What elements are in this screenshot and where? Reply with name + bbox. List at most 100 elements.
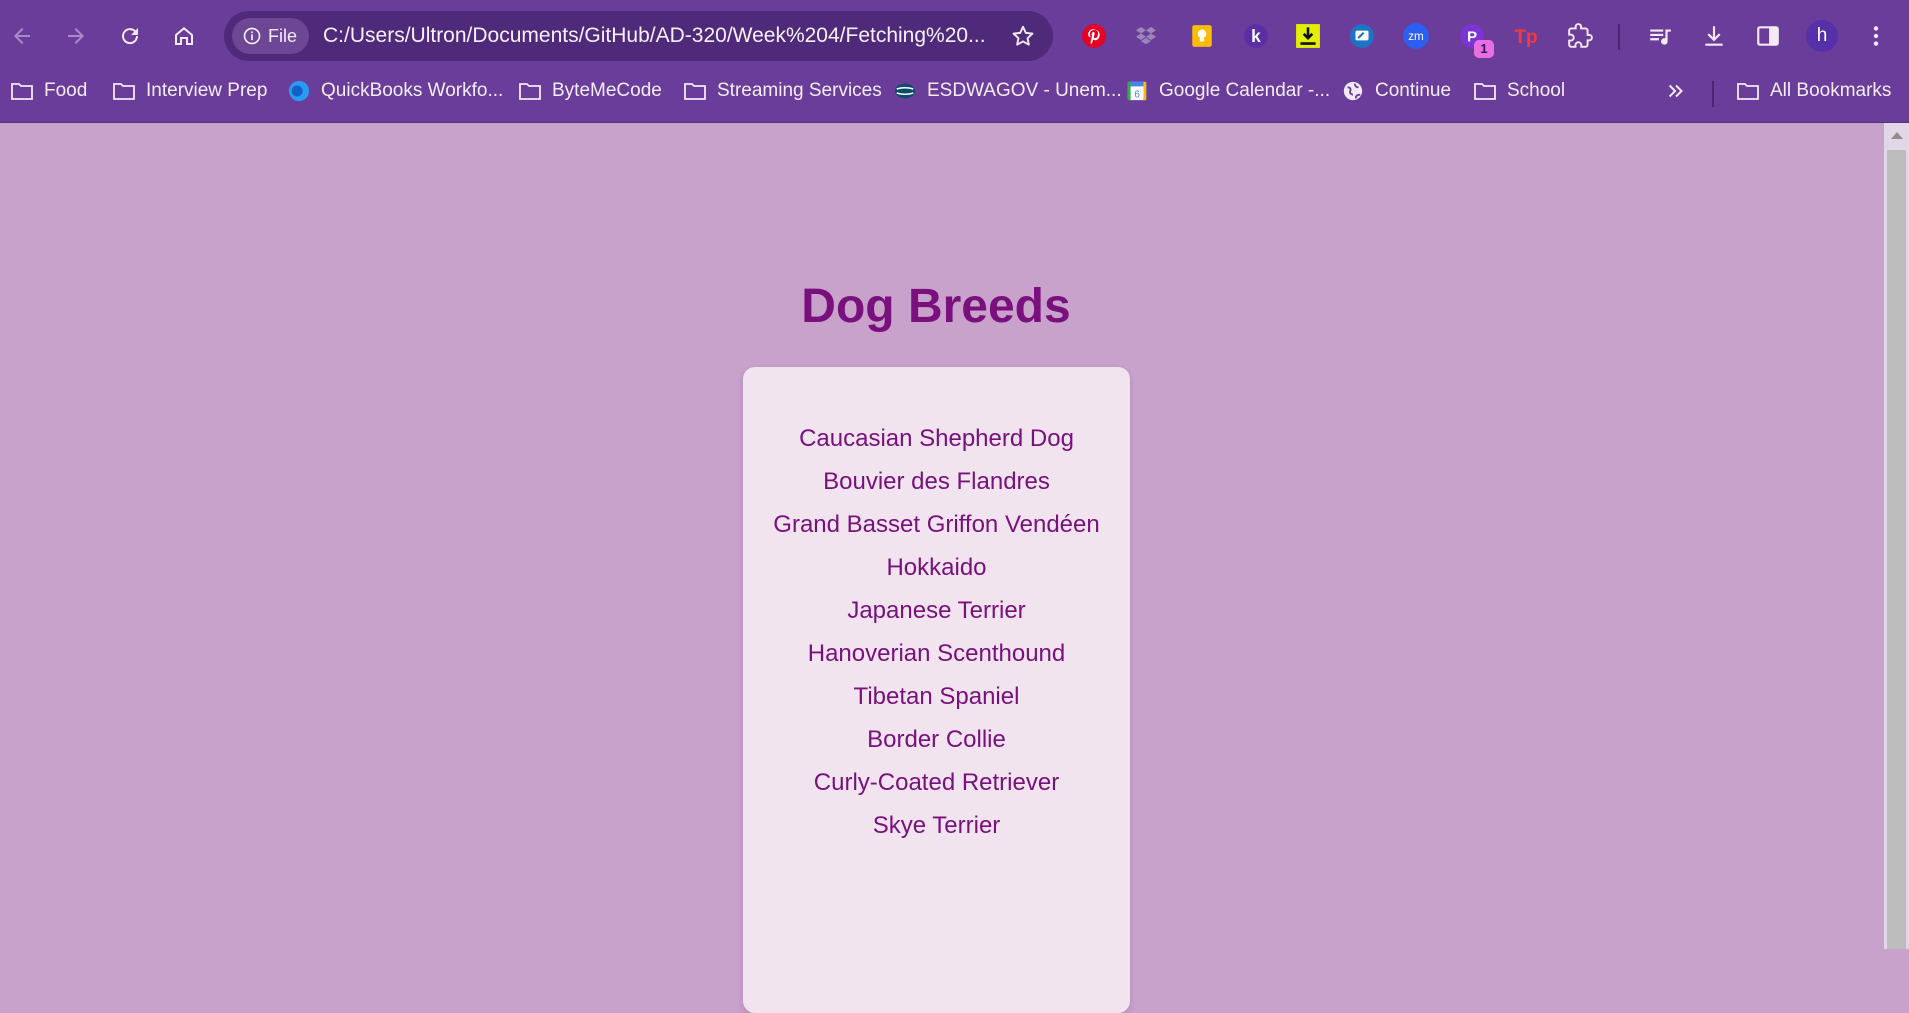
- page-content: Dog Breeds Caucasian Shepherd Dog Bouvie…: [0, 123, 1884, 1013]
- address-bar[interactable]: File C:/Users/Ultron/Documents/GitHub/AD…: [224, 11, 1053, 61]
- folder-icon: [684, 83, 706, 100]
- extensions-menu-button[interactable]: [1564, 20, 1596, 52]
- all-bookmarks-label: All Bookmarks: [1770, 80, 1892, 101]
- page-scrollbar[interactable]: [1884, 123, 1909, 949]
- reload-icon: [122, 28, 139, 45]
- forward-button[interactable]: [56, 16, 96, 56]
- toolbar-divider: [1618, 24, 1620, 50]
- list-item: Skye Terrier: [872, 812, 1001, 839]
- bookmark-label: Google Calendar -...: [1159, 80, 1331, 101]
- folder-icon: [1737, 83, 1759, 100]
- all-bookmarks-button[interactable]: All Bookmarks: [1736, 74, 1891, 108]
- bookmark-label: ESDWAGOV - Unem...: [927, 80, 1122, 101]
- home-button[interactable]: [164, 16, 204, 56]
- bookmark-label: ByteMeCode: [552, 80, 662, 101]
- folder-icon: [1474, 83, 1496, 100]
- k-extension[interactable]: k: [1240, 20, 1272, 52]
- bookmark-label: Food: [44, 80, 88, 101]
- p-extension[interactable]: P 1: [1456, 20, 1494, 58]
- tp-extension[interactable]: Tp: [1510, 20, 1542, 52]
- media-controls-button[interactable]: [1644, 20, 1676, 52]
- breed-list: Caucasian Shepherd Dog Bouvier des Fland…: [743, 367, 1130, 847]
- arrow-right-icon: [68, 28, 84, 44]
- info-icon: [243, 27, 261, 45]
- bookmark-label: QuickBooks Workfo...: [321, 80, 504, 101]
- star-icon: [1012, 25, 1034, 46]
- scroll-up-arrow-icon[interactable]: [1891, 132, 1903, 139]
- chevron-double-right-icon: [1668, 84, 1683, 98]
- profile-avatar[interactable]: h: [1806, 20, 1838, 52]
- home-icon: [175, 27, 193, 45]
- dropbox-icon: [1136, 27, 1156, 45]
- svg-text:6: 6: [1134, 89, 1140, 100]
- side-panel-button[interactable]: [1752, 20, 1784, 52]
- pinterest-icon: [1082, 24, 1106, 48]
- dropbox-extension[interactable]: [1130, 20, 1162, 52]
- bookmarks-bar: Food Interview Prep QuickBooks Workfo...…: [0, 74, 1909, 122]
- tp-icon: Tp: [1514, 27, 1537, 48]
- bookmark-school[interactable]: School: [1473, 74, 1565, 108]
- list-item: Curly-Coated Retriever: [813, 769, 1060, 796]
- remote-icon: [1350, 24, 1374, 48]
- folder-icon: [11, 83, 33, 100]
- list-item: Caucasian Shepherd Dog: [799, 425, 1074, 452]
- svg-text:Tp: Tp: [1514, 27, 1537, 48]
- bookmark-streaming-services[interactable]: Streaming Services: [683, 74, 882, 108]
- k-letter-icon: k: [1244, 24, 1268, 48]
- bookmark-esdwagov[interactable]: ESDWAGOV - Unem...: [893, 74, 1122, 108]
- list-item: Bouvier des Flandres: [823, 468, 1050, 495]
- folder-icon: [113, 83, 135, 100]
- list-item: Tibetan Spaniel: [853, 683, 1020, 710]
- browser-menu-button[interactable]: [1860, 20, 1892, 52]
- more-vert-icon: [1873, 26, 1879, 46]
- bookmark-label: School: [1507, 80, 1566, 101]
- bookmark-google-calendar[interactable]: 6 Google Calendar -...: [1125, 74, 1330, 108]
- bookmark-interview-prep[interactable]: Interview Prep: [112, 74, 267, 108]
- extension-badge: 1: [1474, 40, 1494, 58]
- list-item: Hokkaido: [886, 554, 987, 581]
- list-item: Hanoverian Scenthound: [807, 640, 1066, 667]
- puzzle-icon: [1568, 23, 1593, 48]
- esd-icon: [893, 79, 917, 103]
- download-icon: [1705, 26, 1723, 46]
- url-text[interactable]: C:/Users/Ultron/Documents/GitHub/AD-320/…: [323, 24, 1003, 48]
- bookmark-quickbooks[interactable]: QuickBooks Workfo...: [287, 74, 503, 108]
- site-chip-label: File: [268, 25, 298, 46]
- list-item: Grand Basset Griffon Vendéen: [773, 511, 1100, 538]
- arrow-left-icon: [14, 28, 30, 44]
- remote-extension[interactable]: [1346, 20, 1378, 52]
- calendar-icon: 6: [1125, 79, 1149, 103]
- bookmark-bytemecode[interactable]: ByteMeCode: [518, 74, 662, 108]
- folder-icon: [519, 83, 541, 100]
- download-helper-extension[interactable]: [1292, 20, 1324, 52]
- playlist-music-icon: [1650, 29, 1671, 45]
- back-button[interactable]: [2, 16, 42, 56]
- pinterest-extension[interactable]: [1078, 20, 1110, 52]
- bookmark-label: Continue: [1375, 80, 1452, 101]
- bookmark-food[interactable]: Food: [10, 74, 87, 108]
- list-item: Border Collie: [867, 726, 1006, 753]
- keep-icon: [1192, 25, 1212, 47]
- downloads-button[interactable]: [1698, 20, 1730, 52]
- browser-toolbar: File C:/Users/Ultron/Documents/GitHub/AD…: [0, 0, 1909, 74]
- breed-card: Caucasian Shepherd Dog Bouvier des Fland…: [743, 367, 1130, 1013]
- site-info-chip[interactable]: File: [232, 18, 310, 54]
- zoom-extension[interactable]: zm: [1400, 20, 1432, 52]
- bookmark-star-button[interactable]: [1007, 20, 1039, 52]
- page-title: Dog Breeds: [801, 280, 1071, 333]
- bookmark-label: Streaming Services: [717, 80, 882, 101]
- globe-icon: [1341, 79, 1365, 103]
- keep-extension[interactable]: [1186, 20, 1218, 52]
- svg-text:zm: zm: [1408, 30, 1424, 43]
- browser-chrome: File C:/Users/Ultron/Documents/GitHub/AD…: [0, 0, 1909, 123]
- scroll-thumb[interactable]: [1887, 150, 1906, 949]
- list-item: Japanese Terrier: [847, 597, 1026, 624]
- svg-text:k: k: [1251, 26, 1261, 46]
- reload-button[interactable]: [110, 16, 150, 56]
- bookmark-label: Interview Prep: [146, 80, 268, 101]
- quickbooks-icon: [287, 79, 311, 103]
- bookmarks-overflow-button[interactable]: [1664, 74, 1688, 108]
- side-panel-icon: [1757, 26, 1779, 46]
- zoom-icon: zm: [1403, 23, 1429, 49]
- bookmark-continue[interactable]: Continue: [1341, 74, 1451, 108]
